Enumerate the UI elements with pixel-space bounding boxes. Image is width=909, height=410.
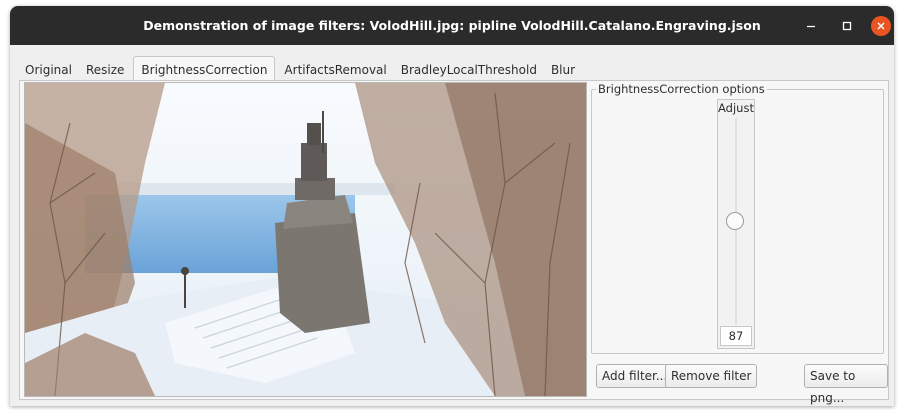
tab-original[interactable]: Original xyxy=(18,59,79,81)
maximize-button[interactable] xyxy=(837,16,857,36)
title-bar[interactable]: Demonstration of image filters: VolodHil… xyxy=(10,6,894,45)
tab-brightness-correction[interactable]: BrightnessCorrection xyxy=(133,56,276,81)
filter-tabs: Original Resize BrightnessCorrection Art… xyxy=(18,56,582,81)
options-group-title: BrightnessCorrection options xyxy=(596,82,767,96)
tab-content: BrightnessCorrection options Adjust 87 A… xyxy=(19,80,889,405)
preview-image xyxy=(24,82,587,397)
adjust-label: Adjust xyxy=(718,101,754,115)
adjust-control: Adjust 87 xyxy=(717,99,755,349)
tab-resize[interactable]: Resize xyxy=(79,59,131,81)
filtered-photo xyxy=(25,83,586,396)
add-filter-button[interactable]: Add filter... xyxy=(596,364,674,388)
remove-filter-button[interactable]: Remove filter xyxy=(665,364,758,388)
tab-artifacts-removal[interactable]: ArtifactsRemoval xyxy=(277,59,393,81)
tab-bradley-local-threshold[interactable]: BradleyLocalThreshold xyxy=(394,59,544,81)
close-icon xyxy=(877,22,885,30)
save-to-png-button[interactable]: Save to png... xyxy=(804,364,888,405)
minimize-button[interactable] xyxy=(801,16,821,36)
options-group: BrightnessCorrection options Adjust 87 xyxy=(591,82,884,354)
maximize-icon xyxy=(842,21,852,31)
tab-blur[interactable]: Blur xyxy=(544,59,582,81)
window-title: Demonstration of image filters: VolodHil… xyxy=(143,18,761,33)
adjust-slider-handle[interactable] xyxy=(726,212,744,230)
app-window: Demonstration of image filters: VolodHil… xyxy=(10,6,894,406)
client-area: Original Resize BrightnessCorrection Art… xyxy=(10,45,894,406)
close-button[interactable] xyxy=(871,16,891,36)
adjust-value-field[interactable]: 87 xyxy=(720,326,752,346)
minimize-icon xyxy=(807,25,815,28)
